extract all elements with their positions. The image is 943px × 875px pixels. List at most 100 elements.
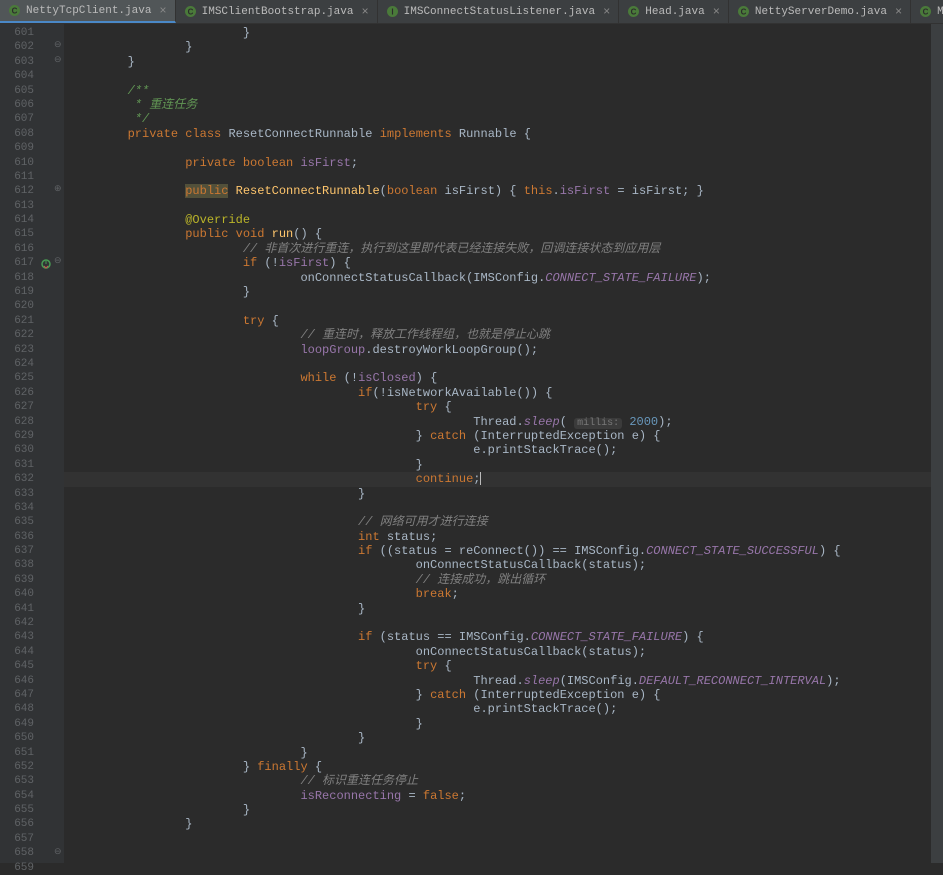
line-number[interactable]: 648	[2, 702, 34, 716]
code-line[interactable]: }	[64, 817, 931, 831]
line-number[interactable]: 619	[2, 285, 34, 299]
code-line[interactable]: }	[64, 487, 931, 501]
line-number[interactable]: 645	[2, 659, 34, 673]
code-line[interactable]: break;	[64, 587, 931, 601]
code-line[interactable]: if ((status = reConnect()) == IMSConfig.…	[64, 544, 931, 558]
code-line[interactable]: onConnectStatusCallback(IMSConfig.CONNEC…	[64, 271, 931, 285]
line-number[interactable]: 620	[2, 299, 34, 313]
code-line[interactable]: } catch (InterruptedException e) {	[64, 429, 931, 443]
right-rail-overview[interactable]	[931, 24, 943, 863]
line-number[interactable]: 623	[2, 343, 34, 357]
code-line[interactable]: }	[64, 731, 931, 745]
code-line[interactable]: onConnectStatusCallback(status);	[64, 558, 931, 572]
line-number[interactable]: 604	[2, 69, 34, 83]
fold-toggle-icon[interactable]: ⊖	[54, 847, 62, 857]
line-number[interactable]: 631	[2, 458, 34, 472]
code-line[interactable]: // 连接成功，跳出循环	[64, 573, 931, 587]
tab-head[interactable]: C Head.java ×	[619, 0, 729, 23]
line-number[interactable]: 614	[2, 213, 34, 227]
line-number[interactable]: 603	[2, 55, 34, 69]
code-line[interactable]: int status;	[64, 530, 931, 544]
tab-netty-server-demo[interactable]: C NettyServerDemo.java ×	[729, 0, 911, 23]
line-number[interactable]: 628	[2, 415, 34, 429]
code-line[interactable]	[64, 832, 931, 846]
line-number[interactable]: 656	[2, 817, 34, 831]
code-line[interactable]: }	[64, 458, 931, 472]
line-number[interactable]: 605	[2, 84, 34, 98]
line-number[interactable]: 612	[2, 184, 34, 198]
override-marker-icon[interactable]	[41, 259, 51, 269]
code-line[interactable]: onConnectStatusCallback(status);	[64, 645, 931, 659]
line-number[interactable]: 626	[2, 386, 34, 400]
code-line[interactable]: Thread.sleep( millis: 2000);	[64, 415, 931, 429]
code-line[interactable]: }	[64, 803, 931, 817]
code-line[interactable]	[64, 299, 931, 313]
code-line[interactable]: private boolean isFirst;	[64, 156, 931, 170]
code-line[interactable]: try {	[64, 400, 931, 414]
code-line[interactable]: /**	[64, 84, 931, 98]
line-number[interactable]: 601	[2, 26, 34, 40]
code-line[interactable]: e.printStackTrace();	[64, 443, 931, 457]
line-number[interactable]: 632	[2, 472, 34, 486]
fold-toggle-icon[interactable]: ⊖	[54, 55, 62, 65]
line-number[interactable]: 624	[2, 357, 34, 371]
line-number[interactable]: 638	[2, 558, 34, 572]
code-line[interactable]: }	[64, 55, 931, 69]
fold-toggle-icon[interactable]: ⊕	[54, 184, 62, 194]
line-number[interactable]: 658	[2, 846, 34, 860]
code-line[interactable]	[64, 170, 931, 184]
line-number[interactable]: 611	[2, 170, 34, 184]
line-number[interactable]: 607	[2, 112, 34, 126]
line-number[interactable]: 639	[2, 573, 34, 587]
code-line[interactable]	[64, 616, 931, 630]
line-number[interactable]: 641	[2, 602, 34, 616]
code-line[interactable]: private class ResetConnectRunnable imple…	[64, 127, 931, 141]
line-number[interactable]: 634	[2, 501, 34, 515]
code-line[interactable]	[64, 357, 931, 371]
close-icon[interactable]: ×	[361, 5, 368, 19]
gutter-markers[interactable]	[40, 24, 52, 863]
code-line[interactable]: // 非首次进行重连，执行到这里即代表已经连接失败，回调连接状态到应用层	[64, 242, 931, 256]
code-line[interactable]: } catch (InterruptedException e) {	[64, 688, 931, 702]
line-number[interactable]: 642	[2, 616, 34, 630]
tab-ims-client-bootstrap[interactable]: C IMSClientBootstrap.java ×	[176, 0, 378, 23]
close-icon[interactable]: ×	[603, 5, 610, 19]
line-number[interactable]: 647	[2, 688, 34, 702]
line-number[interactable]: 608	[2, 127, 34, 141]
code-line[interactable]: }	[64, 40, 931, 54]
code-line[interactable]: */	[64, 112, 931, 126]
line-number[interactable]: 625	[2, 371, 34, 385]
line-number[interactable]: 633	[2, 487, 34, 501]
code-line[interactable]: // 网络可用才进行连接	[64, 515, 931, 529]
fold-toggle-icon[interactable]: ⊖	[54, 256, 62, 266]
line-number[interactable]: 637	[2, 544, 34, 558]
tab-msg-dispatcher[interactable]: C MsgDispatcher.java ×	[911, 0, 943, 23]
code-line[interactable]: }	[64, 717, 931, 731]
code-editor[interactable]: } } } /** * 重连任务 */ private class ResetC…	[64, 24, 931, 863]
code-line[interactable]: }	[64, 746, 931, 760]
tab-ims-connect-status-listener[interactable]: I IMSConnectStatusListener.java ×	[378, 0, 620, 23]
line-number[interactable]: 649	[2, 717, 34, 731]
line-number[interactable]: 622	[2, 328, 34, 342]
line-number[interactable]: 652	[2, 760, 34, 774]
code-line[interactable]: } finally {	[64, 760, 931, 774]
code-line[interactable]: e.printStackTrace();	[64, 702, 931, 716]
line-number[interactable]: 617	[2, 256, 34, 270]
close-icon[interactable]: ×	[713, 5, 720, 19]
line-number[interactable]: 646	[2, 674, 34, 688]
line-number[interactable]: 606	[2, 98, 34, 112]
code-line[interactable]: }	[64, 285, 931, 299]
code-line[interactable]: // 标识重连任务停止	[64, 774, 931, 788]
line-number[interactable]: 635	[2, 515, 34, 529]
fold-toggle-icon[interactable]: ⊖	[54, 40, 62, 50]
code-line[interactable]: if (!isFirst) {	[64, 256, 931, 270]
code-line[interactable]: public ResetConnectRunnable(boolean isFi…	[64, 184, 931, 198]
line-number[interactable]: 609	[2, 141, 34, 155]
code-line[interactable]: @Override	[64, 213, 931, 227]
code-line[interactable]: public void run() {	[64, 227, 931, 241]
line-number[interactable]: 610	[2, 156, 34, 170]
code-line[interactable]: continue;	[64, 472, 931, 486]
line-number[interactable]: 657	[2, 832, 34, 846]
line-number[interactable]: 630	[2, 443, 34, 457]
close-icon[interactable]: ×	[895, 5, 902, 19]
